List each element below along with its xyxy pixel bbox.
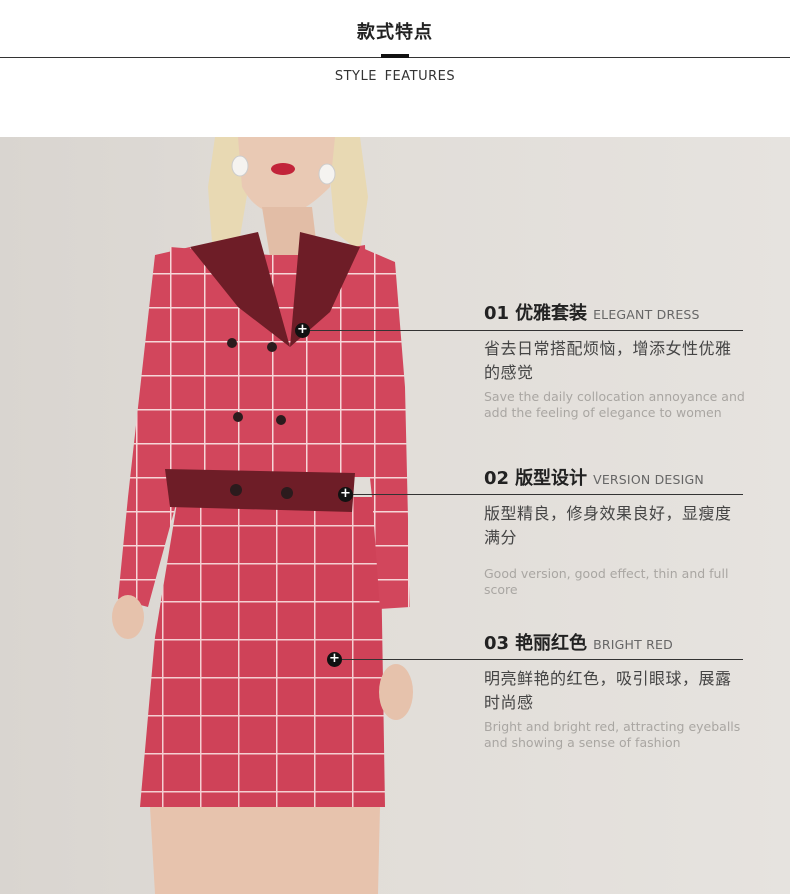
section-title: 款式特点 — [357, 22, 433, 43]
feature-3-title-cn: 艳丽红色 — [515, 633, 588, 654]
feature-2: 02 版型设计 VERSION DESIGN 版型精良，修身效果良好，显瘦度满分 G… — [484, 464, 746, 598]
feature-2-desc-en: Good version, good effect, thin and full… — [484, 566, 729, 597]
feature-1-desc-en: Save the daily collocation annoyance and… — [484, 389, 745, 420]
feature-1-title: 01 优雅套装 ELEGANT DRESS — [484, 299, 746, 325]
feature-2-desc-cn: 版型精良，修身效果良好，显瘦度满分 — [484, 504, 732, 547]
feature-3-title-en: BRIGHT RED — [593, 637, 673, 652]
legs — [150, 807, 380, 894]
section-subtitle: STYLE FEATURES — [334, 69, 456, 84]
section-header: 款式特点 STYLE FEATURES — [0, 0, 790, 137]
feature-1-title-en: ELEGANT DRESS — [593, 307, 700, 322]
plus-icon[interactable]: + — [338, 487, 353, 502]
feature-3-desc-en: Bright and bright red, attracting eyebal… — [484, 719, 741, 750]
feature-2-title-cn: 版型设计 — [515, 468, 588, 489]
earring-right — [318, 163, 336, 185]
feature-1-number: 01 — [484, 303, 510, 324]
plus-icon[interactable]: + — [295, 323, 310, 338]
lips — [271, 163, 295, 175]
hand-left — [112, 595, 144, 639]
feature-2-title: 02 版型设计 VERSION DESIGN — [484, 464, 746, 490]
hand-right — [379, 664, 413, 720]
feature-3-number: 03 — [484, 633, 510, 654]
feature-3-desc-cn: 明亮鲜艳的红色，吸引眼球，展露时尚感 — [484, 669, 732, 712]
plus-icon[interactable]: + — [327, 652, 342, 667]
earring-left — [231, 155, 249, 177]
feature-2-number: 02 — [484, 468, 510, 489]
waistband — [165, 469, 355, 512]
header-divider-accent — [381, 54, 409, 58]
feature-1: 01 优雅套装 ELEGANT DRESS 省去日常搭配烦恼，增添女性优雅的感觉 S… — [484, 299, 746, 421]
feature-1-title-cn: 优雅套装 — [515, 303, 588, 324]
feature-2-title-en: VERSION DESIGN — [593, 472, 704, 487]
feature-1-desc-cn: 省去日常搭配烦恼，增添女性优雅的感觉 — [484, 339, 732, 382]
feature-3-title: 03 艳丽红色 BRIGHT RED — [484, 629, 746, 655]
skirt — [140, 497, 385, 807]
feature-3: 03 艳丽红色 BRIGHT RED 明亮鲜艳的红色，吸引眼球，展露时尚感 Brig… — [484, 629, 746, 751]
